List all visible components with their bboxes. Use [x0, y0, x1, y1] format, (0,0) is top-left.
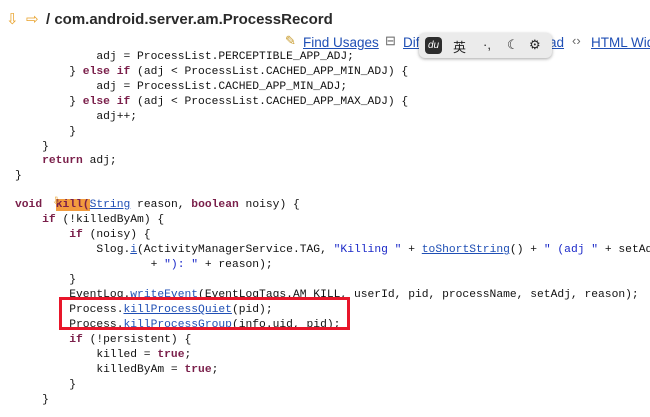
- code-line: } else if (adj < ProcessList.CACHED_APP_…: [15, 66, 409, 78]
- code-line: if (!killedByAm) {: [42, 214, 165, 226]
- kill-method-highlight[interactable]: kill(: [55, 199, 90, 211]
- code-line: adj = ProcessList.PERCEPTIBLE_APP_ADJ;: [15, 51, 354, 63]
- code-line: }: [15, 379, 77, 391]
- highlight-annotation-box: [59, 297, 350, 330]
- gear-icon[interactable]: ⚙: [529, 37, 541, 53]
- code-line: }: [15, 141, 49, 153]
- code-line: } else if (adj < ProcessList.CACHED_APP_…: [15, 96, 409, 108]
- breadcrumb: / com.android.server.am.ProcessRecord: [46, 11, 333, 28]
- code-line: }: [15, 170, 22, 182]
- code-line: }: [15, 394, 49, 406]
- code-line: killedByAm = true;: [15, 364, 219, 376]
- code-line: adj++;: [15, 111, 138, 123]
- arrow-left-icon[interactable]: ⇩: [6, 10, 19, 28]
- code-line: }: [15, 126, 77, 138]
- code-line: Slog.i(ActivityManagerService.TAG, "Kill…: [15, 244, 650, 256]
- html-view-link[interactable]: HTML Wid: [591, 35, 650, 50]
- code-line: return adj;: [42, 155, 117, 167]
- ime-toolbar[interactable]: du 英 ·, ☾ ⚙: [419, 33, 552, 58]
- code-brackets-icon: ‹›: [572, 33, 581, 48]
- code-line: adj = ProcessList.CACHED_APP_MIN_ADJ;: [15, 81, 348, 93]
- override-marker-icon: ⇩: [52, 196, 61, 207]
- moon-icon[interactable]: ☾: [507, 37, 519, 53]
- find-usages-icon: ✎: [285, 33, 296, 48]
- code-line: if (noisy) {: [69, 229, 151, 241]
- string-type-link[interactable]: String: [90, 199, 131, 211]
- arrow-right-icon[interactable]: ⇨: [26, 10, 39, 28]
- code-line: }: [15, 274, 77, 286]
- baidu-ime-logo[interactable]: du: [425, 37, 442, 54]
- diff-icon: ⊟: [385, 33, 396, 48]
- punctuation-toggle[interactable]: ·,: [483, 37, 491, 52]
- code-line: killed = true;: [15, 349, 192, 361]
- code-line: if (!persistent) {: [69, 334, 192, 346]
- toshortstring-link[interactable]: toShortString: [422, 244, 510, 256]
- slog-i-link[interactable]: i: [130, 244, 137, 256]
- diff-link[interactable]: Dif: [403, 35, 420, 50]
- code-line: + "): " + reason);: [15, 259, 273, 271]
- language-toggle[interactable]: 英: [453, 37, 466, 56]
- find-usages-link[interactable]: Find Usages: [303, 35, 379, 50]
